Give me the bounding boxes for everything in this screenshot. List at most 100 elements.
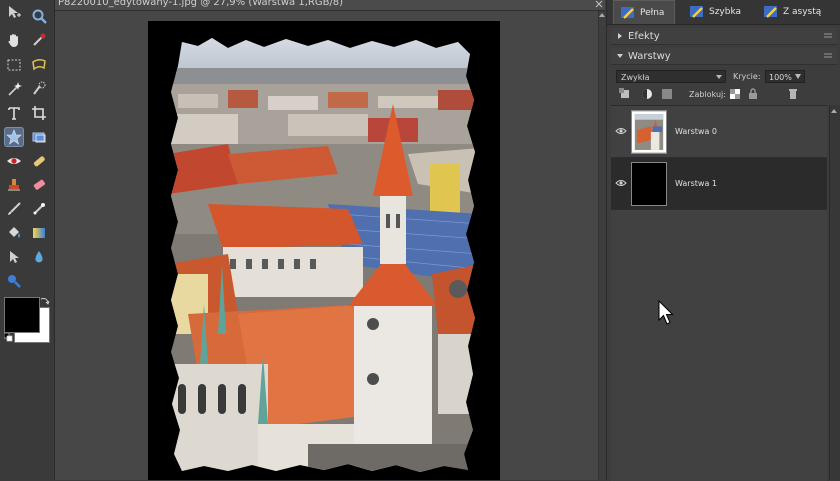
layer-name: Warstwa 0: [675, 127, 717, 136]
zoom-icon: [32, 9, 47, 24]
straighten-tool[interactable]: [29, 127, 49, 147]
rect-marquee-tool[interactable]: [4, 55, 24, 75]
opacity-value: 100%: [769, 73, 792, 82]
layer-mask-icon[interactable]: [661, 88, 673, 100]
tab-full-edit-label: Pełna: [640, 7, 665, 18]
layer-name: Warstwa 1: [675, 179, 717, 188]
expand-right-icon: [618, 33, 622, 39]
panel-bin: Pełna Szybka Z asystą Efekty Warstwy Zwy…: [606, 0, 840, 481]
type-icon: [8, 107, 20, 120]
lock-all-icon[interactable]: [747, 88, 759, 100]
sponge-tool[interactable]: [4, 271, 24, 291]
document-tab[interactable]: P8220010_edytowany-1.jpg @ 27,9% (Warstw…: [55, 0, 605, 11]
layers-label: Warstwy: [628, 50, 671, 62]
gradient-tool[interactable]: [29, 223, 49, 243]
new-layer-icon[interactable]: [619, 88, 631, 100]
quick-selection-icon: [33, 81, 46, 95]
quick-selection-tool[interactable]: [29, 79, 49, 99]
layers-list: Warstwa 0 Warstwa 1: [611, 105, 827, 481]
eyedropper-tool[interactable]: [29, 30, 49, 50]
foreground-color-swatch[interactable]: [4, 297, 40, 333]
cookie-cutter-tool[interactable]: [4, 127, 24, 147]
blur-tool[interactable]: [29, 247, 49, 267]
panel-grip-icon[interactable]: [823, 51, 833, 61]
effects-section-header[interactable]: Efekty: [611, 28, 837, 45]
tab-guided-edit-label: Z asystą: [783, 7, 822, 17]
red-eye-tool[interactable]: [4, 151, 24, 171]
tab-quick-edit-label: Szybka: [709, 7, 742, 17]
hand-tool[interactable]: [4, 30, 24, 50]
eyedropper-icon: [33, 33, 46, 46]
layer-thumbnail-black: [631, 162, 667, 206]
magic-wand-tool[interactable]: [4, 79, 24, 99]
move-icon: [9, 6, 21, 18]
layer-row-selected[interactable]: Warstwa 1: [611, 158, 827, 210]
chevron-down-icon: [716, 75, 722, 79]
scroll-up-icon[interactable]: [831, 108, 837, 114]
lock-label: Zablokuj:: [689, 90, 726, 99]
cookie-cutter-icon: [6, 129, 22, 145]
document-title: P8220010_edytowany-1.jpg @ 27,9% (Warstw…: [58, 0, 344, 8]
blend-mode-select[interactable]: Zwykła: [616, 70, 726, 83]
lock-transparent-icon[interactable]: [729, 88, 741, 100]
layer-row[interactable]: Warstwa 0: [611, 106, 827, 158]
smart-brush-icon: [33, 203, 45, 215]
blend-mode-value: Zwykła: [621, 73, 650, 82]
layers-scrollbar[interactable]: [829, 105, 840, 480]
opacity-slider-arrow-icon[interactable]: [795, 74, 801, 79]
opacity-label: Krycie:: [733, 72, 761, 81]
crop-icon: [32, 106, 46, 120]
layers-section-header[interactable]: Warstwy: [611, 48, 837, 65]
blur-icon: [35, 251, 43, 263]
spot-healing-icon: [33, 156, 45, 167]
clone-stamp-tool[interactable]: [4, 175, 24, 195]
zoom-tool[interactable]: [29, 6, 49, 26]
visibility-eye-icon[interactable]: [615, 178, 627, 188]
brush-icon: [8, 202, 21, 215]
paint-bucket-tool[interactable]: [4, 223, 24, 243]
guided-edit-icon: [764, 6, 777, 18]
hand-icon: [8, 34, 18, 48]
full-edit-icon: [621, 6, 634, 19]
visibility-eye-icon[interactable]: [615, 126, 627, 136]
layer-thumbnail-photo: [631, 110, 667, 154]
panel-grip-icon[interactable]: [823, 31, 833, 41]
eraser-icon: [33, 179, 46, 190]
custom-shape-icon: [10, 251, 19, 263]
eraser-tool[interactable]: [29, 175, 49, 195]
trash-icon[interactable]: [787, 88, 799, 100]
default-colors-icon[interactable]: [4, 333, 13, 342]
scroll-up-icon[interactable]: [599, 12, 605, 18]
document-window: P8220010_edytowany-1.jpg @ 27,9% (Warstw…: [55, 0, 606, 480]
close-icon[interactable]: [595, 0, 603, 8]
tab-quick-edit[interactable]: Szybka: [689, 0, 749, 24]
custom-shape-tool[interactable]: [4, 247, 24, 267]
red-eye-icon: [7, 158, 21, 164]
tab-full-edit[interactable]: Pełna: [613, 0, 675, 24]
sponge-icon: [8, 275, 21, 288]
photo-town-hall[interactable]: [168, 34, 480, 474]
quick-edit-icon: [690, 6, 703, 18]
swap-colors-icon[interactable]: [40, 296, 50, 306]
collapse-down-icon: [617, 54, 623, 58]
toolbox: [0, 0, 55, 480]
adjustment-layer-icon[interactable]: [641, 88, 653, 100]
clone-stamp-icon: [8, 179, 20, 191]
spot-healing-tool[interactable]: [29, 151, 49, 171]
lasso-tool[interactable]: [29, 55, 49, 75]
rect-marquee-icon: [7, 59, 21, 71]
effects-label: Efekty: [628, 30, 660, 42]
mouse-pointer-icon: [658, 300, 674, 325]
gradient-icon: [33, 228, 45, 238]
crop-tool[interactable]: [29, 103, 49, 123]
mode-bar: Pełna Szybka Z asystą: [607, 0, 840, 25]
type-tool[interactable]: [4, 103, 24, 123]
brush-tool[interactable]: [4, 199, 24, 219]
move-tool[interactable]: [4, 2, 24, 22]
tab-guided-edit[interactable]: Z asystą: [763, 0, 840, 24]
smart-brush-tool[interactable]: [29, 199, 49, 219]
vertical-scrollbar[interactable]: [598, 11, 606, 480]
paint-bucket-icon: [9, 227, 20, 238]
lasso-icon: [32, 58, 46, 71]
straighten-icon: [32, 132, 46, 143]
